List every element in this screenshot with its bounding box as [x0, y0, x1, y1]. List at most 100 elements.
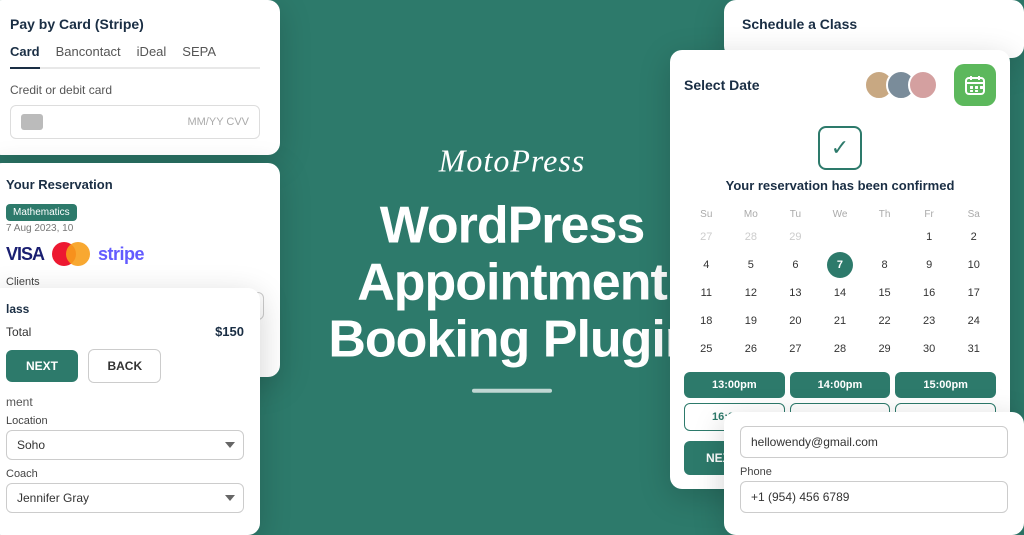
cal-day[interactable]: 1	[916, 224, 942, 250]
right-form-bottom: Phone	[724, 412, 1024, 535]
payment-tabs: Card Bancontact iDeal SEPA	[10, 44, 260, 69]
cal-day[interactable]: 27	[782, 336, 808, 362]
cal-day[interactable]: 28	[827, 336, 853, 362]
cal-day[interactable]: 14	[827, 280, 853, 306]
phone-input[interactable]	[740, 481, 1008, 513]
main-heading: WordPress Appointment Booking Plugin	[322, 197, 702, 369]
cal-day[interactable]: 21	[827, 308, 853, 334]
clients-label: Clients	[6, 276, 264, 288]
cal-day[interactable]: 30	[916, 336, 942, 362]
heading-line2: Appointment	[322, 254, 702, 311]
cal-day[interactable]: 25	[693, 336, 719, 362]
cal-day[interactable]	[872, 224, 898, 250]
weekday-tu: Tu	[773, 209, 818, 220]
cal-day[interactable]: 28	[738, 224, 764, 250]
confirmation-box: ✓ Your reservation has been confirmed	[684, 116, 996, 201]
time-slot-1500[interactable]: 15:00pm	[895, 372, 996, 398]
cal-day[interactable]: 13	[782, 280, 808, 306]
cal-day[interactable]: 15	[872, 280, 898, 306]
underline-accent	[472, 389, 552, 393]
calendar-title: Select Date	[684, 77, 759, 93]
time-slot-1400[interactable]: 14:00pm	[790, 372, 891, 398]
phone-label: Phone	[740, 466, 1008, 478]
weekday-fr: Fr	[907, 209, 952, 220]
cal-day[interactable]: 18	[693, 308, 719, 334]
weekday-th: Th	[862, 209, 907, 220]
location-select[interactable]: Soho Downtown	[6, 430, 244, 460]
cal-day[interactable]: 17	[961, 280, 987, 306]
schedule-class-partial-title: lass	[6, 302, 244, 316]
email-input[interactable]	[740, 426, 1008, 458]
bottom-btn-row: NEXT BACK	[6, 349, 244, 383]
confirmation-text: Your reservation has been confirmed	[684, 178, 996, 195]
coach-field-label: Coach	[6, 468, 244, 480]
subject-badge: Mathematics	[6, 204, 77, 221]
calendar-weekdays: Su Mo Tu We Th Fr Sa	[684, 209, 996, 220]
cal-day[interactable]: 6	[782, 252, 808, 278]
schedule-class-partial-text: lass	[6, 302, 29, 316]
total-label: Total	[6, 325, 31, 339]
weekday-we: We	[818, 209, 863, 220]
pay-by-card-title: Pay by Card (Stripe)	[10, 16, 260, 32]
card-chip-icon	[21, 114, 43, 130]
weekday-su: Su	[684, 209, 729, 220]
cal-day[interactable]: 12	[738, 280, 764, 306]
bottom-back-button[interactable]: BACK	[88, 349, 161, 383]
reservation-title: Your Reservation	[6, 177, 264, 192]
cal-day[interactable]: 22	[872, 308, 898, 334]
cal-day[interactable]	[827, 224, 853, 250]
tab-sepa[interactable]: SEPA	[182, 44, 216, 67]
schedule-bottom-left: lass Total $150 NEXT BACK ment Location …	[0, 288, 260, 535]
card-label: Credit or debit card	[10, 83, 260, 97]
mastercard-logo	[52, 242, 90, 266]
avatar-3	[908, 70, 938, 100]
cal-day[interactable]: 11	[693, 280, 719, 306]
cal-day[interactable]: 20	[782, 308, 808, 334]
calendar-header-right	[864, 64, 996, 106]
cal-day[interactable]: 31	[961, 336, 987, 362]
heading-line1: WordPress	[322, 197, 702, 254]
avatar-group	[864, 70, 938, 100]
bottom-next-button[interactable]: NEXT	[6, 350, 78, 382]
pay-by-card-panel: Pay by Card (Stripe) Card Bancontact iDe…	[0, 0, 280, 155]
tab-bancontact[interactable]: Bancontact	[56, 44, 121, 67]
cal-day[interactable]: 29	[782, 224, 808, 250]
tab-card[interactable]: Card	[10, 44, 40, 69]
visa-logo: VISA	[6, 244, 44, 265]
math-date: 7 Aug 2023, 10	[6, 223, 264, 234]
weekday-mo: Mo	[729, 209, 774, 220]
cal-day[interactable]: 16	[916, 280, 942, 306]
cal-day[interactable]: 10	[961, 252, 987, 278]
total-row: Total $150	[6, 324, 244, 339]
heading-line3: Booking Plugin	[322, 312, 702, 369]
total-amount: $150	[215, 324, 244, 339]
calendar-days: 27 28 29 1 2 4 5 6 7 8 9 10 11 12 13 14 …	[684, 224, 996, 362]
coach-field: Coach Jennifer Gray John Smith	[6, 468, 244, 513]
location-field-label: Location	[6, 415, 244, 427]
cal-day[interactable]: 8	[872, 252, 898, 278]
calendar-grid: Su Mo Tu We Th Fr Sa 27 28 29 1 2 4 5 6 …	[684, 209, 996, 362]
tab-ideal[interactable]: iDeal	[137, 44, 167, 67]
booking-calendar-icon	[954, 64, 996, 106]
card-input-row[interactable]: MM/YY CVV	[10, 105, 260, 139]
cal-day[interactable]: 2	[961, 224, 987, 250]
cal-day[interactable]: 23	[916, 308, 942, 334]
cal-day[interactable]: 5	[738, 252, 764, 278]
cal-day[interactable]: 27	[693, 224, 719, 250]
cal-day-selected[interactable]: 7	[827, 252, 853, 278]
cal-day[interactable]: 29	[872, 336, 898, 362]
cal-day[interactable]: 4	[693, 252, 719, 278]
card-placeholder: MM/YY CVV	[51, 116, 249, 128]
cal-day[interactable]: 19	[738, 308, 764, 334]
calendar-header: Select Date	[684, 64, 996, 106]
confirmation-check-icon: ✓	[818, 126, 862, 170]
cal-day[interactable]: 26	[738, 336, 764, 362]
payment-partial-label: ment	[6, 395, 244, 409]
motopress-logo: MotoPress	[322, 142, 702, 179]
time-slot-1300[interactable]: 13:00pm	[684, 372, 785, 398]
cal-day[interactable]: 9	[916, 252, 942, 278]
cal-day[interactable]: 24	[961, 308, 987, 334]
coach-select[interactable]: Jennifer Gray John Smith	[6, 483, 244, 513]
location-field: Location Soho Downtown	[6, 415, 244, 460]
logo-text: MotoPress	[439, 142, 585, 178]
